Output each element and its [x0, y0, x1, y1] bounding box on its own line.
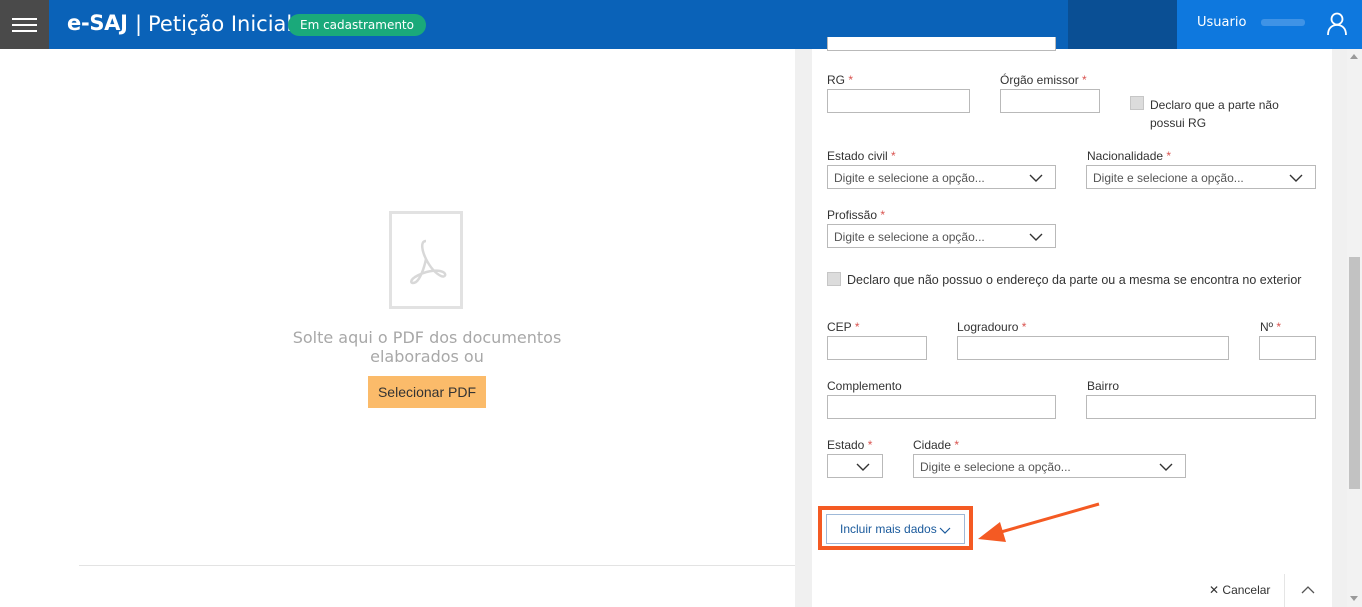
chevron-down-icon — [1029, 233, 1043, 241]
complemento-label: Complemento — [827, 379, 902, 393]
top-header: e-SAJ | Petição Inicial Em cadastramento… — [0, 0, 1362, 49]
panel-right-gutter — [1332, 49, 1347, 607]
chevron-down-icon — [856, 463, 870, 471]
user-icon — [1327, 12, 1347, 36]
nacionalidade-placeholder: Digite e selecione a opção... — [1093, 171, 1244, 185]
logradouro-input[interactable] — [957, 336, 1229, 360]
profissao-select[interactable]: Digite e selecione a opção... — [827, 224, 1056, 248]
numero-input[interactable] — [1259, 336, 1316, 360]
estado-civil-placeholder: Digite e selecione a opção... — [834, 171, 985, 185]
no-rg-checkbox[interactable] — [1130, 96, 1144, 110]
status-badge: Em cadastramento — [288, 14, 426, 36]
brand-logo[interactable]: e-SAJ — [67, 11, 128, 35]
cidade-placeholder: Digite e selecione a opção... — [920, 460, 1071, 474]
menu-button[interactable] — [0, 0, 49, 49]
complemento-input[interactable] — [827, 395, 1056, 419]
rg-input[interactable] — [827, 89, 970, 113]
hamburger-menu-icon-line — [12, 30, 37, 32]
cep-label: CEP * — [827, 320, 860, 334]
hamburger-menu-icon — [12, 18, 37, 20]
estado-select[interactable] — [827, 454, 883, 478]
chevron-down-icon — [1289, 174, 1303, 182]
chevron-up-icon — [1301, 586, 1315, 594]
logradouro-label: Logradouro * — [957, 320, 1027, 334]
scroll-up-icon[interactable] — [1350, 54, 1358, 59]
more-data-button[interactable]: Incluir mais dados — [826, 514, 965, 544]
bairro-input[interactable] — [1086, 395, 1316, 419]
page-title: Petição Inicial — [148, 12, 293, 36]
cep-input[interactable] — [827, 336, 927, 360]
chevron-down-icon — [1029, 174, 1043, 182]
numero-label: Nº * — [1260, 320, 1282, 334]
orgao-emissor-input[interactable] — [1000, 89, 1100, 113]
cancel-label: Cancelar — [1222, 583, 1271, 597]
cidade-label: Cidade * — [913, 438, 960, 452]
bairro-label: Bairro — [1087, 379, 1120, 393]
nacionalidade-label: Nacionalidade * — [1087, 149, 1172, 163]
drop-instruction: Solte aqui o PDF dos documentos elaborad… — [292, 328, 562, 366]
user-name: Usuario — [1197, 15, 1247, 30]
cidade-select[interactable]: Digite e selecione a opção... — [913, 454, 1186, 478]
select-pdf-button[interactable]: Selecionar PDF — [368, 376, 486, 408]
estado-civil-label: Estado civil * — [827, 149, 896, 163]
cancel-button[interactable]: ✕ Cancelar — [1209, 583, 1270, 597]
nacionalidade-select[interactable]: Digite e selecione a opção... — [1086, 165, 1316, 189]
app-window: e-SAJ | Petição Inicial Em cadastramento… — [0, 0, 1362, 607]
close-icon: ✕ — [1209, 583, 1220, 597]
no-address-checkbox[interactable] — [827, 272, 841, 286]
user-name-redacted — [1261, 19, 1305, 26]
pdf-file-icon — [389, 211, 463, 309]
orgao-emissor-label: Órgão emissor * — [1000, 73, 1087, 87]
divider — [79, 565, 795, 566]
no-rg-checkbox-label: Declaro que a parte não possui RG — [1150, 98, 1279, 130]
scrollbar[interactable] — [1347, 49, 1362, 607]
profissao-placeholder: Digite e selecione a opção... — [834, 230, 985, 244]
estado-civil-select[interactable]: Digite e selecione a opção... — [827, 165, 1056, 189]
chevron-down-icon — [1159, 463, 1173, 471]
hamburger-menu-icon-line — [12, 24, 37, 26]
title-separator: | — [135, 12, 143, 36]
more-data-label: Incluir mais dados — [840, 522, 937, 536]
cutoff-input[interactable] — [827, 37, 1056, 51]
rg-label: RG * — [827, 73, 854, 87]
header-dark-block — [1068, 0, 1177, 49]
chevron-down-icon — [939, 527, 951, 534]
pdf-drop-zone[interactable]: Solte aqui o PDF dos documentos elaborad… — [0, 49, 795, 607]
scroll-down-icon[interactable] — [1350, 596, 1358, 601]
panel-gutter — [795, 49, 812, 607]
estado-label: Estado * — [827, 438, 873, 452]
collapse-button[interactable] — [1284, 574, 1332, 607]
scroll-thumb[interactable] — [1349, 257, 1360, 489]
annotation-arrow-icon — [978, 502, 1100, 542]
no-address-checkbox-label: Declaro que não possuo o endereço da par… — [847, 273, 1302, 287]
profissao-label: Profissão * — [827, 208, 886, 222]
user-menu[interactable]: Usuario — [1177, 0, 1362, 49]
